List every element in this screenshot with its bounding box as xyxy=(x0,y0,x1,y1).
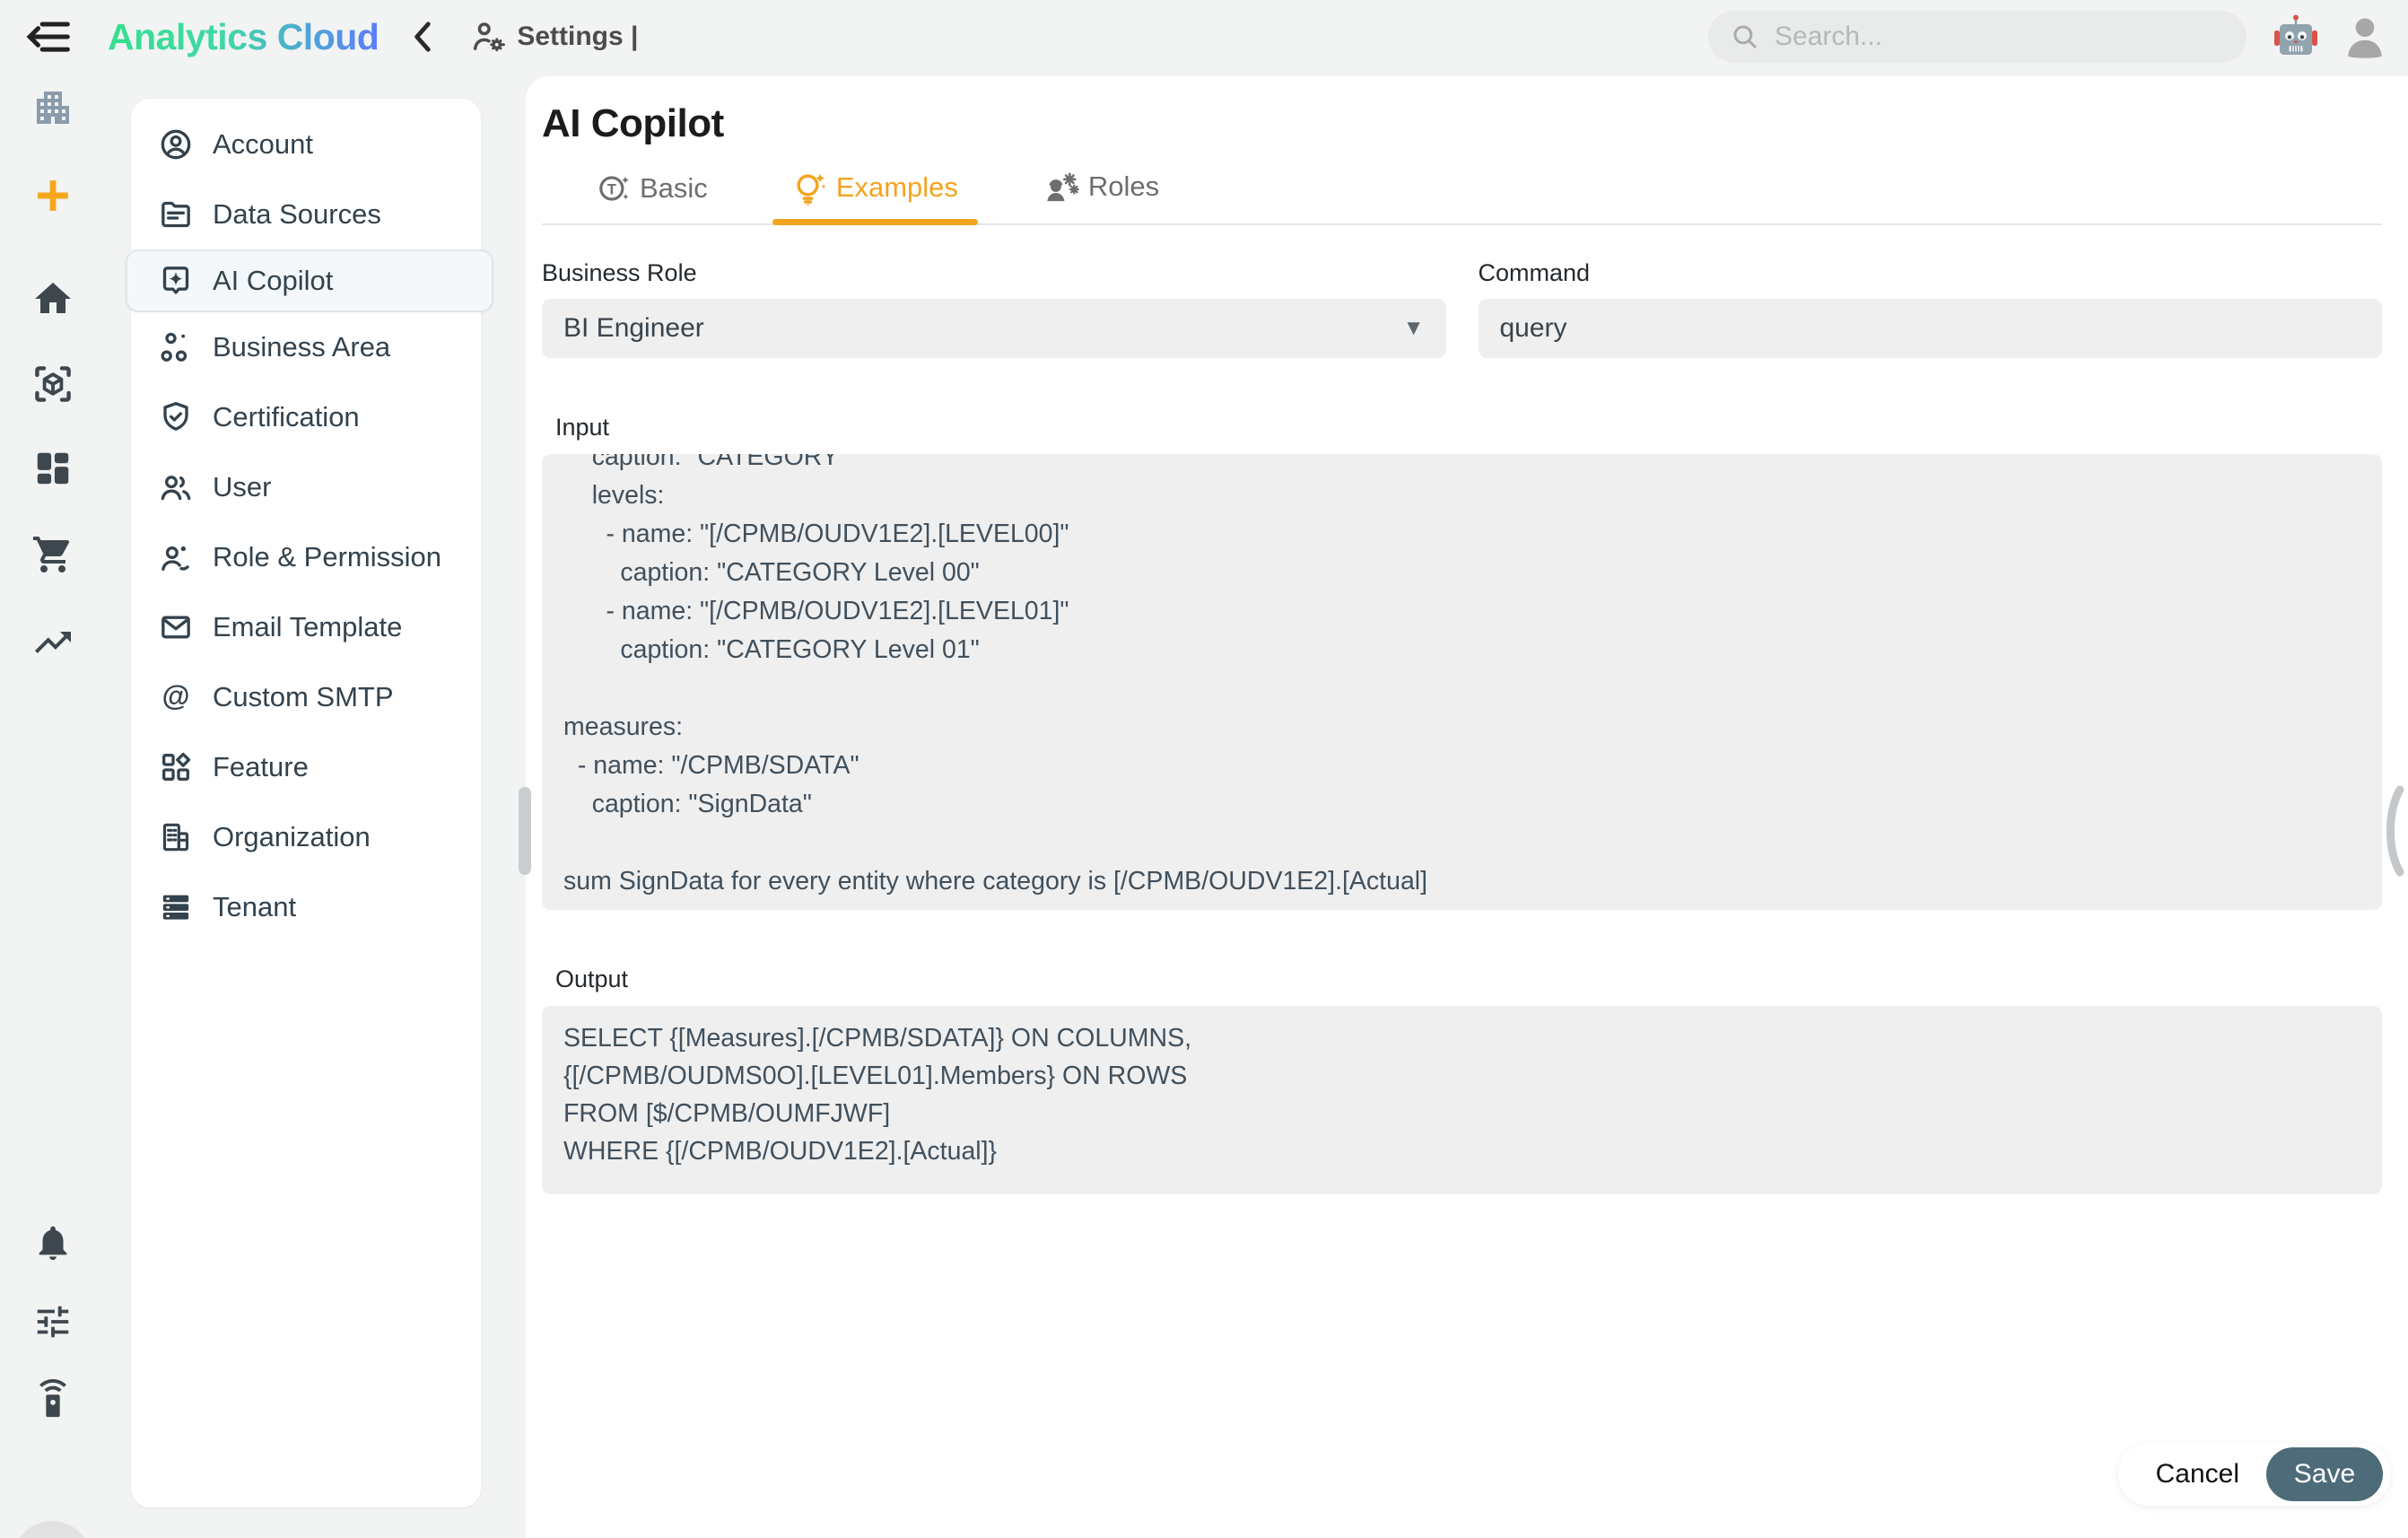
sidebar-item-role-permission[interactable]: Role & Permission xyxy=(131,522,481,592)
sidebar-item-feature[interactable]: Feature xyxy=(131,732,481,802)
tab-label: Roles xyxy=(1087,170,1160,202)
tab-label: Basic xyxy=(640,172,708,204)
save-button[interactable]: Save xyxy=(2266,1447,2383,1501)
text-sparkle-icon: T xyxy=(599,176,630,201)
tab-bar: T Basic Examples Roles xyxy=(542,168,2382,225)
sidebar-item-organization[interactable]: Organization xyxy=(131,802,481,872)
building-rows-icon xyxy=(162,823,189,852)
app-logo[interactable]: Analytics Cloud xyxy=(108,16,380,58)
action-bar: Cancel Save xyxy=(2117,1443,2391,1506)
sidebar-item-label: Role & Permission xyxy=(213,541,441,572)
robot-icon[interactable] xyxy=(2273,13,2318,60)
search-bar[interactable] xyxy=(1708,11,2247,63)
output-label: Output xyxy=(555,966,629,992)
page-title: AI Copilot xyxy=(542,101,724,145)
tab-basic[interactable]: T Basic xyxy=(585,171,720,223)
command-value: query xyxy=(1499,313,1567,343)
sidebar-item-data-sources[interactable]: Data Sources xyxy=(131,179,481,249)
bell-icon[interactable] xyxy=(32,1222,74,1263)
sidebar-item-certification[interactable]: Certification xyxy=(131,382,481,452)
sidebar-item-ai-copilot[interactable]: AI Copilot xyxy=(126,249,493,312)
svg-text:@: @ xyxy=(162,679,190,712)
icon-rail xyxy=(0,74,105,1538)
user-circle-icon xyxy=(161,129,191,160)
dashboard-icon[interactable] xyxy=(32,448,74,489)
sidebar-item-label: User xyxy=(213,471,272,502)
output-textarea[interactable]: SELECT {[Measures].[/CPMB/SDATA]} ON COL… xyxy=(542,1006,2382,1194)
office-building-icon[interactable] xyxy=(31,86,74,129)
nodes-icon xyxy=(161,332,188,362)
sidebar-item-label: Account xyxy=(213,128,314,160)
top-bar: Analytics Cloud Settings | xyxy=(0,0,2408,74)
sidebar-item-user[interactable]: User xyxy=(131,452,481,522)
sidebar-item-label: Certification xyxy=(213,401,360,433)
remote-icon[interactable] xyxy=(32,1379,74,1420)
copilot-bubble-star-icon xyxy=(162,267,189,294)
search-input[interactable] xyxy=(1773,21,2225,53)
cart-icon[interactable] xyxy=(31,533,74,576)
back-chevron-icon[interactable] xyxy=(409,20,436,54)
input-value: caption: "CATEGORY" levels: - name: "[/C… xyxy=(563,454,1428,896)
stacked-bars-icon xyxy=(162,895,189,920)
settings-sidebar: Account Data Sources AI Copilot Business… xyxy=(126,99,493,1507)
form-row: Business Role BI Engineer ▼ Command quer… xyxy=(542,259,2382,358)
avatar[interactable] xyxy=(2342,13,2388,60)
folder-icon xyxy=(161,201,190,228)
manage-accounts-icon xyxy=(470,18,508,56)
collapse-sidebar-icon[interactable] xyxy=(23,11,75,63)
tab-examples[interactable]: Examples xyxy=(772,170,979,225)
command-label: Command xyxy=(1478,259,1591,286)
squares-diamond-icon xyxy=(162,752,191,781)
breadcrumb-label: Settings | xyxy=(517,22,639,51)
add-icon[interactable] xyxy=(32,175,74,216)
trending-up-icon[interactable] xyxy=(31,621,74,664)
output-value: SELECT {[Measures].[/CPMB/SDATA]} ON COL… xyxy=(563,1024,1192,1166)
business-role-select[interactable]: BI Engineer ▼ xyxy=(542,299,1446,358)
sidebar-item-label: Data Sources xyxy=(213,198,381,230)
engineer-gears-icon xyxy=(1047,172,1079,202)
sidebar-item-label: AI Copilot xyxy=(213,265,334,296)
sidebar-item-business-area[interactable]: Business Area xyxy=(131,312,481,382)
sidebar-item-label: Tenant xyxy=(213,891,297,922)
tab-roles[interactable]: Roles xyxy=(1030,168,1172,223)
business-role-value: BI Engineer xyxy=(563,313,704,343)
chevron-down-icon: ▼ xyxy=(1402,316,1425,340)
sidebar-item-email-template[interactable]: Email Template xyxy=(131,592,481,662)
sidebar-item-label: Feature xyxy=(213,751,309,782)
right-scrollbar-handle[interactable] xyxy=(2381,785,2404,877)
main-panel: AI Copilot T Basic Examples Roles Busine… xyxy=(526,76,2408,1538)
svg-text:T: T xyxy=(607,180,616,197)
home-icon[interactable] xyxy=(31,277,74,320)
left-scrollbar-handle[interactable] xyxy=(519,787,531,875)
lightbulb-sparkle-icon xyxy=(797,173,826,205)
tab-label: Examples xyxy=(835,171,958,203)
command-input[interactable]: query xyxy=(1478,299,2382,358)
sidebar-item-label: Email Template xyxy=(213,611,403,642)
sidebar-item-account[interactable]: Account xyxy=(131,109,481,179)
tune-sliders-icon[interactable] xyxy=(32,1301,74,1342)
breadcrumb[interactable]: Settings | xyxy=(470,18,638,56)
search-icon xyxy=(1730,22,1760,52)
model-scan-icon[interactable] xyxy=(31,363,74,406)
sidebar-item-label: Business Area xyxy=(213,331,391,363)
at-sign-icon: @ xyxy=(162,679,190,712)
shield-check-icon xyxy=(163,402,188,431)
input-textarea[interactable]: caption: "CATEGORY" levels: - name: "[/C… xyxy=(542,454,2382,910)
app-screen: Analytics Cloud Settings | Search... Acc… xyxy=(0,0,2408,1538)
users-icon xyxy=(161,476,191,501)
settings-gear-icon[interactable] xyxy=(13,1521,92,1538)
sidebar-item-custom-smtp[interactable]: @ Custom SMTP xyxy=(131,662,481,732)
sidebar-item-label: Custom SMTP xyxy=(213,681,394,712)
user-badge-icon xyxy=(161,546,189,571)
envelope-icon xyxy=(161,616,190,639)
sidebar-item-tenant[interactable]: Tenant xyxy=(131,872,481,942)
cancel-button[interactable]: Cancel xyxy=(2156,1459,2239,1490)
input-label: Input xyxy=(555,414,610,441)
business-role-label: Business Role xyxy=(542,259,697,286)
sidebar-item-label: Organization xyxy=(213,821,371,852)
